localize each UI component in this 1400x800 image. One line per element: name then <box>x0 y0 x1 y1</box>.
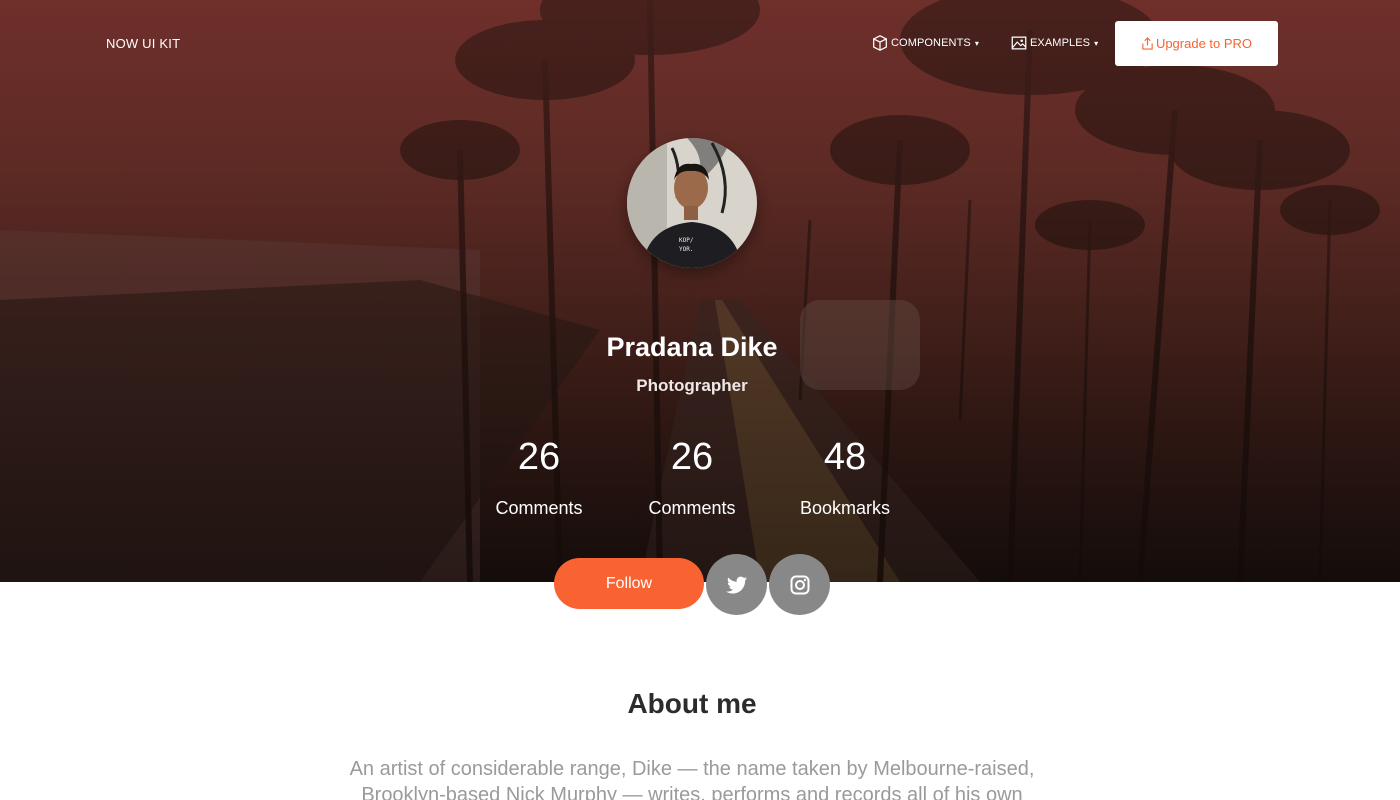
stat-value: 26 <box>517 436 561 478</box>
instagram-icon <box>790 575 809 594</box>
about-title: About me <box>627 688 757 719</box>
about-text: An artist of considerable range, Dike — … <box>349 758 1035 800</box>
caret-down-icon: ▾ <box>974 38 979 48</box>
upgrade-to-pro-button[interactable]: Upgrade to PRO <box>1115 21 1278 66</box>
nav-components-dropdown[interactable]: COMPONENTS ▾ <box>871 34 979 52</box>
nav-examples-dropdown[interactable]: EXAMPLES ▾ <box>1010 34 1098 52</box>
image-icon <box>1011 36 1027 50</box>
caret-down-icon: ▾ <box>1094 38 1099 48</box>
profile-role: Photographer <box>636 376 748 395</box>
hero-overlay <box>0 0 1400 582</box>
svg-text:KOP/: KOP/ <box>679 237 694 244</box>
twitter-button[interactable] <box>706 554 767 615</box>
navbar-brand[interactable]: NOW UI KIT <box>106 36 180 51</box>
stat-label: Bookmarks <box>799 498 891 518</box>
profile-name: Pradana Dike <box>606 332 778 362</box>
profile-photo: KOP/ YOR. <box>627 138 757 268</box>
avatar: KOP/ YOR. <box>627 138 757 268</box>
share-icon <box>1142 37 1153 50</box>
hero-header: NOW UI KIT COMPONENTS ▾ EXAMPLES ▾ Upgra… <box>0 0 1400 582</box>
follow-button[interactable]: Follow <box>554 558 704 609</box>
stat-label: Comments <box>495 498 583 518</box>
stat-value: 26 <box>670 436 714 478</box>
stat-value: 48 <box>823 436 867 478</box>
upgrade-label: Upgrade to PRO <box>1155 36 1253 51</box>
instagram-button[interactable] <box>769 554 830 615</box>
stat-label: Comments <box>648 498 736 518</box>
cube-icon <box>873 35 887 51</box>
nav-examples-label: EXAMPLES <box>1030 37 1091 49</box>
svg-text:YOR.: YOR. <box>679 246 693 253</box>
twitter-icon <box>725 576 747 593</box>
nav-components-label: COMPONENTS <box>891 37 971 49</box>
